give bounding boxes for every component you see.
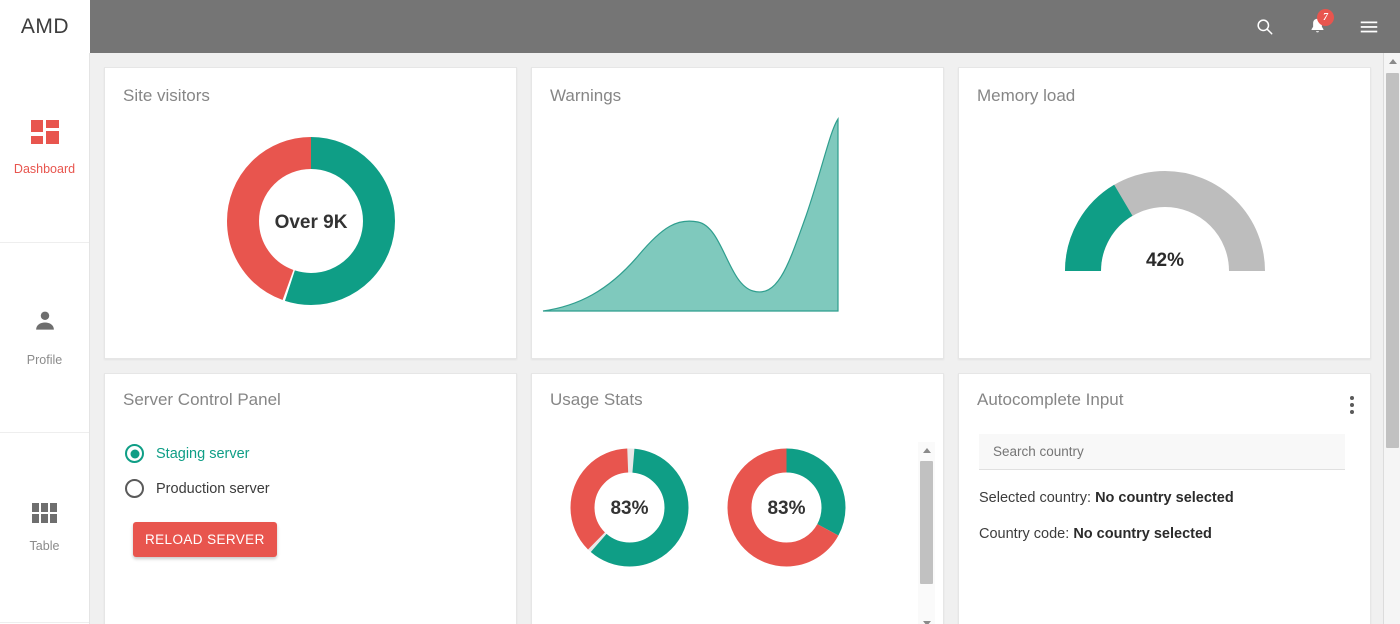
donut-center-label: 83% bbox=[610, 498, 648, 519]
sidebar-nav: Dashboard Profile Table bbox=[0, 53, 90, 624]
top-header-bar: 7 bbox=[90, 0, 1400, 53]
scrollbar-down-button[interactable] bbox=[918, 615, 935, 624]
selected-country-value: No country selected bbox=[1095, 490, 1234, 506]
card-title: Memory load bbox=[959, 68, 1370, 106]
page-scrollbar[interactable] bbox=[1383, 53, 1400, 624]
autocomplete-body: Selected country: No country selected Co… bbox=[959, 410, 1370, 542]
gauge-value-label: 42% bbox=[1145, 250, 1183, 271]
radio-label: Staging server bbox=[156, 446, 250, 462]
search-icon[interactable] bbox=[1250, 12, 1280, 42]
sidebar-item-profile[interactable]: Profile bbox=[0, 243, 89, 433]
table-grid-icon bbox=[32, 503, 58, 525]
site-visitors-donut-chart: Over 9K bbox=[105, 106, 516, 336]
person-icon bbox=[32, 308, 58, 339]
usage-donut-chart-2: 83% bbox=[719, 440, 854, 580]
app-logo[interactable]: AMD bbox=[0, 0, 90, 53]
dashboard-app: AMD 7 bbox=[0, 0, 1400, 624]
card-server-control-panel: Server Control Panel Staging server Prod… bbox=[104, 373, 517, 624]
card-title: Server Control Panel bbox=[105, 374, 516, 410]
card-grid: Site visitors Over 9K Warnings bbox=[104, 67, 1371, 624]
app-logo-text: AMD bbox=[21, 15, 69, 39]
sidebar-item-label: Profile bbox=[27, 353, 62, 367]
chevron-up-icon bbox=[923, 448, 931, 453]
radio-staging-server[interactable]: Staging server bbox=[125, 444, 516, 463]
warnings-area-chart bbox=[532, 106, 943, 336]
card-title: Warnings bbox=[532, 68, 943, 106]
page-scrollbar-thumb[interactable] bbox=[1386, 73, 1399, 448]
card-title: Usage Stats bbox=[532, 374, 943, 410]
scrollbar-up-button[interactable] bbox=[918, 442, 935, 459]
card-title: Autocomplete Input bbox=[959, 374, 1370, 410]
more-options-icon[interactable] bbox=[1350, 396, 1354, 414]
notifications-badge: 7 bbox=[1317, 9, 1334, 26]
chevron-up-icon bbox=[1389, 59, 1397, 64]
country-code-value: No country selected bbox=[1073, 526, 1212, 542]
radio-label: Production server bbox=[156, 481, 270, 497]
country-code-row: Country code: No country selected bbox=[979, 526, 1350, 542]
memory-load-gauge-chart: 42% bbox=[959, 106, 1370, 331]
sidebar-item-label: Dashboard bbox=[14, 162, 75, 176]
radio-indicator bbox=[125, 479, 144, 498]
reload-server-button[interactable]: RELOAD SERVER bbox=[133, 522, 277, 557]
country-code-label: Country code: bbox=[979, 526, 1069, 542]
notifications-icon[interactable]: 7 bbox=[1302, 12, 1332, 42]
radio-production-server[interactable]: Production server bbox=[125, 479, 516, 498]
card-usage-stats: Usage Stats 83% bbox=[531, 373, 944, 624]
radio-indicator bbox=[125, 444, 144, 463]
donut-center-label: Over 9K bbox=[274, 212, 347, 233]
dashboard-icon bbox=[31, 120, 59, 148]
page-scrollbar-up-button[interactable] bbox=[1384, 53, 1400, 70]
card-autocomplete-input: Autocomplete Input Selected country: No … bbox=[958, 373, 1371, 624]
usage-stats-body: 83% 83% bbox=[532, 410, 943, 610]
header-actions: 7 bbox=[1250, 12, 1400, 42]
usage-donut-chart-1: 83% bbox=[562, 440, 697, 580]
donut-center-label: 83% bbox=[767, 498, 805, 519]
card-warnings: Warnings bbox=[531, 67, 944, 359]
card-memory-load: Memory load 42% bbox=[958, 67, 1371, 359]
scrollbar-thumb[interactable] bbox=[920, 461, 933, 584]
sidebar-item-table[interactable]: Table bbox=[0, 433, 89, 623]
main-content: Site visitors Over 9K Warnings bbox=[90, 53, 1385, 624]
usage-stats-scrollbar[interactable] bbox=[918, 442, 935, 624]
card-title: Site visitors bbox=[105, 68, 516, 106]
card-site-visitors: Site visitors Over 9K bbox=[104, 67, 517, 359]
selected-country-label: Selected country: bbox=[979, 490, 1091, 506]
menu-icon[interactable] bbox=[1354, 12, 1384, 42]
selected-country-row: Selected country: No country selected bbox=[979, 490, 1350, 506]
sidebar-item-dashboard[interactable]: Dashboard bbox=[0, 53, 89, 243]
sidebar-item-label: Table bbox=[30, 539, 60, 553]
search-country-input[interactable] bbox=[979, 434, 1345, 470]
